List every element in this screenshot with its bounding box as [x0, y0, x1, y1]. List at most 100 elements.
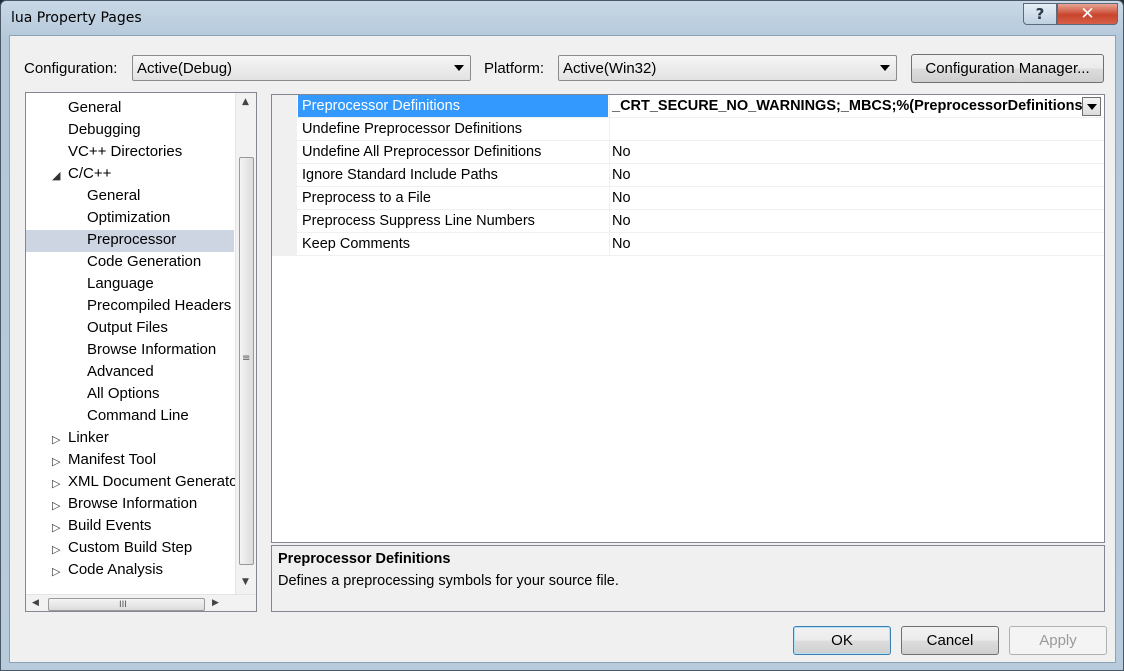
expand-arrow-icon[interactable]: ▷	[52, 496, 60, 516]
property-value[interactable]: No	[609, 210, 1099, 232]
property-name[interactable]: Keep Comments	[298, 233, 608, 255]
description-panel: Preprocessor Definitions Defines a prepr…	[271, 545, 1105, 612]
row-gutter	[272, 164, 297, 186]
tree-item-label: Precompiled Headers	[87, 297, 232, 314]
property-value[interactable]: No	[609, 187, 1099, 209]
tree-item[interactable]: General	[26, 98, 234, 120]
property-name[interactable]: Undefine Preprocessor Definitions	[298, 118, 608, 140]
tree-item[interactable]: ▷ Build Events	[26, 516, 234, 538]
property-row[interactable]: Preprocess to a File No	[272, 187, 1104, 210]
dialog-client-area: Configuration: Active(Debug) Platform: A…	[9, 35, 1116, 663]
property-row[interactable]: Preprocessor Definitions _CRT_SECURE_NO_W…	[272, 95, 1104, 118]
row-gutter	[272, 141, 297, 163]
scroll-right-icon[interactable]: ▶	[212, 598, 219, 608]
collapse-arrow-icon[interactable]: ◢	[52, 166, 60, 186]
tree-item[interactable]: Command Line	[26, 406, 234, 428]
help-icon: ?	[1035, 5, 1045, 23]
expand-arrow-icon[interactable]: ▷	[52, 562, 60, 582]
scroll-up-icon[interactable]: ▲	[242, 97, 249, 107]
tree-item[interactable]: Code Generation	[26, 252, 234, 274]
tree-item-label: Output Files	[87, 319, 168, 336]
title-bar[interactable]: lua Property Pages ? ✕	[1, 1, 1123, 35]
tree-item[interactable]: ▷ Code Analysis	[26, 560, 234, 582]
property-row[interactable]: Keep Comments No	[272, 233, 1104, 256]
property-value[interactable]	[609, 118, 1099, 140]
tree-item[interactable]: Advanced	[26, 362, 234, 384]
tree-item-label: Code Generation	[87, 253, 202, 270]
tree-horizontal-scrollbar[interactable]: ◀ III ▶	[26, 594, 256, 611]
value-dropdown-button[interactable]	[1082, 97, 1101, 116]
tree-item-label: Manifest Tool	[68, 451, 157, 468]
tree-item-label: Browse Information	[68, 495, 198, 512]
cancel-button[interactable]: Cancel	[901, 626, 999, 655]
tree-vertical-scrollbar[interactable]: ▲ ≡ ▼	[235, 93, 256, 595]
property-value[interactable]: _CRT_SECURE_NO_WARNINGS;_MBCS;%(Preproce…	[609, 95, 1099, 117]
expand-arrow-icon[interactable]: ▷	[52, 540, 60, 560]
chevron-down-icon	[880, 65, 890, 71]
property-row[interactable]: Undefine All Preprocessor Definitions No	[272, 141, 1104, 164]
window-title: lua Property Pages	[11, 10, 142, 26]
tree-item[interactable]: Output Files	[26, 318, 234, 340]
tree-item-label: Code Analysis	[68, 561, 164, 578]
tree-item-label: Command Line	[87, 407, 189, 424]
tree-item-label: C/C++	[68, 165, 112, 182]
tree-item[interactable]: ▷ XML Document Generato	[26, 472, 238, 494]
property-row[interactable]: Preprocess Suppress Line Numbers No	[272, 210, 1104, 233]
tree-item[interactable]: ▷ Browse Information	[26, 494, 234, 516]
property-row[interactable]: Ignore Standard Include Paths No	[272, 164, 1104, 187]
tree-item-label: Language	[87, 275, 154, 292]
tree-item-label: Linker	[68, 429, 109, 446]
scroll-down-icon[interactable]: ▼	[242, 577, 249, 587]
platform-value: Active(Win32)	[563, 60, 657, 77]
property-grid[interactable]: Preprocessor Definitions _CRT_SECURE_NO_W…	[271, 94, 1105, 543]
ok-button[interactable]: OK	[793, 626, 891, 655]
help-button[interactable]: ?	[1023, 3, 1057, 25]
description-text: Defines a preprocessing symbols for your…	[278, 573, 619, 589]
tree-item[interactable]: Browse Information	[26, 340, 234, 362]
configuration-manager-button[interactable]: Configuration Manager...	[911, 54, 1104, 83]
tree-item[interactable]: ◢ C/C++	[26, 164, 234, 186]
close-button[interactable]: ✕	[1057, 3, 1118, 25]
tree-item[interactable]: Language	[26, 274, 234, 296]
tree-item[interactable]: General	[26, 186, 234, 208]
expand-arrow-icon[interactable]: ▷	[52, 452, 60, 472]
property-tree[interactable]: General Debugging VC++ Directories ◢ C/C++ Ge…	[25, 92, 257, 612]
expand-arrow-icon[interactable]: ▷	[52, 518, 60, 538]
property-name[interactable]: Preprocessor Definitions	[298, 95, 608, 117]
tree-item[interactable]: Optimization	[26, 208, 234, 230]
tree-item-label: Optimization	[87, 209, 171, 226]
chevron-down-icon	[454, 65, 464, 71]
tree-item-label: Browse Information	[87, 341, 217, 358]
chevron-down-icon	[1087, 104, 1097, 110]
scrollbar-thumb[interactable]: III	[48, 598, 205, 611]
tree-item-label: All Options	[87, 385, 160, 402]
tree-item[interactable]: Preprocessor	[26, 230, 234, 252]
property-name[interactable]: Preprocess Suppress Line Numbers	[298, 210, 608, 232]
tree-item[interactable]: ▷ Custom Build Step	[26, 538, 234, 560]
expand-arrow-icon[interactable]: ▷	[52, 430, 60, 450]
property-row[interactable]: Undefine Preprocessor Definitions	[272, 118, 1104, 141]
apply-button[interactable]: Apply	[1009, 626, 1107, 655]
row-gutter	[272, 95, 297, 117]
scroll-left-icon[interactable]: ◀	[32, 598, 39, 608]
property-value[interactable]: No	[609, 141, 1099, 163]
grip-icon: III	[119, 600, 127, 610]
platform-label: Platform:	[484, 60, 545, 77]
tree-item[interactable]: All Options	[26, 384, 234, 406]
property-value[interactable]: No	[609, 233, 1099, 255]
property-value[interactable]: No	[609, 164, 1099, 186]
configuration-dropdown[interactable]: Active(Debug)	[132, 55, 471, 81]
tree-item[interactable]: Debugging	[26, 120, 234, 142]
property-name[interactable]: Undefine All Preprocessor Definitions	[298, 141, 608, 163]
tree-item[interactable]: VC++ Directories	[26, 142, 234, 164]
tree-item[interactable]: Precompiled Headers	[26, 296, 234, 318]
configuration-label: Configuration:	[24, 60, 118, 77]
platform-dropdown[interactable]: Active(Win32)	[558, 55, 897, 81]
expand-arrow-icon[interactable]: ▷	[52, 474, 60, 494]
scrollbar-thumb[interactable]: ≡	[239, 157, 254, 565]
property-name[interactable]: Preprocess to a File	[298, 187, 608, 209]
tree-item-label: Custom Build Step	[68, 539, 193, 556]
property-name[interactable]: Ignore Standard Include Paths	[298, 164, 608, 186]
tree-item[interactable]: ▷ Manifest Tool	[26, 450, 234, 472]
tree-item[interactable]: ▷ Linker	[26, 428, 234, 450]
